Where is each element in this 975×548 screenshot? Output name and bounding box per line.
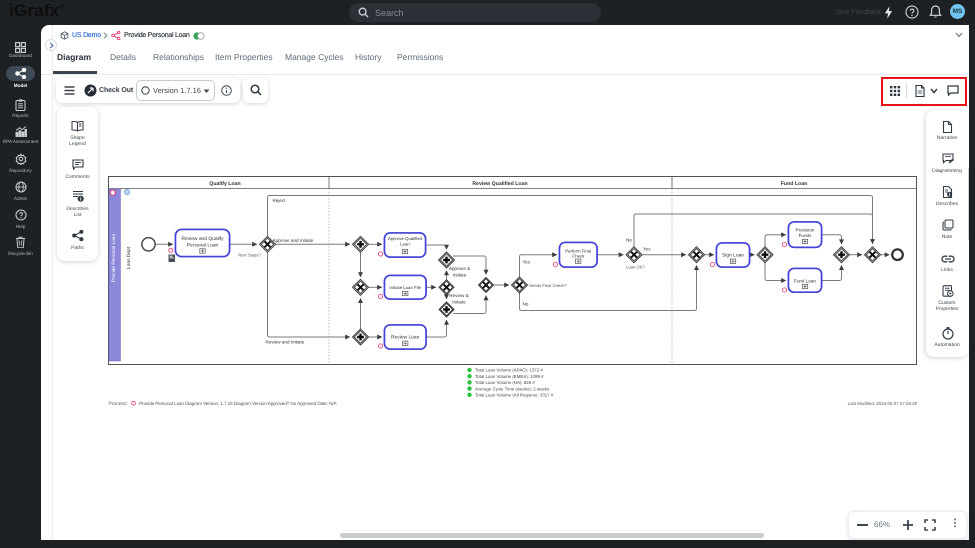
svg-text:Review and Qualify: Review and Qualify <box>181 236 224 242</box>
svg-text:Next Steps?: Next Steps? <box>238 253 261 258</box>
svg-text:Initiate Loan File: Initiate Loan File <box>389 285 421 290</box>
svg-text:Loan Dept: Loan Dept <box>126 246 132 269</box>
svg-text:Fund Loan: Fund Loan <box>794 278 816 283</box>
svg-text:No: No <box>626 238 632 243</box>
svg-text:Personal Loan: Personal Loan <box>187 242 219 248</box>
svg-text:Initiate: Initiate <box>452 300 466 305</box>
svg-text:Fund Loan: Fund Loan <box>781 181 808 187</box>
svg-text:Yes: Yes <box>643 247 651 252</box>
svg-text:Review &: Review & <box>449 293 468 298</box>
svg-text:Loan: Loan <box>400 241 410 246</box>
svg-text:Funds: Funds <box>799 233 812 238</box>
svg-text:Review Loan: Review Loan <box>391 335 420 341</box>
svg-text:Yes: Yes <box>523 260 531 265</box>
svg-text:Last Modified: 2024-05-07 07:2: Last Modified: 2024-05-07 07:26:29 <box>848 401 918 406</box>
svg-text:Total Loan Volume (EMEA): 1099: Total Loan Volume (EMEA): 1099 # <box>475 374 544 379</box>
svg-text:No: No <box>523 302 529 307</box>
svg-text:Loan OK?: Loan OK? <box>626 265 646 270</box>
svg-text:Qualify Loan: Qualify Loan <box>209 181 240 187</box>
svg-text:Total Loan Volume (APAC): 1372: Total Loan Volume (APAC): 1372 # <box>475 368 543 373</box>
svg-text:Total Loan Volume (All Regions: Total Loan Volume (All Regions): 3317 # <box>475 393 554 398</box>
svg-text:Total Loan Volume (NA): 846 #: Total Loan Volume (NA): 846 # <box>475 380 535 385</box>
svg-text:Provide Personal Loan: Provide Personal Loan <box>111 233 117 282</box>
svg-text:Initiate: Initiate <box>453 273 467 278</box>
svg-text:Provide Personal Loan Diagram: Provide Personal Loan Diagram Version: 1… <box>139 401 338 406</box>
svg-text:Process:: Process: <box>109 401 128 407</box>
svg-text:Check: Check <box>572 254 585 259</box>
svg-text:Needs Final Check?: Needs Final Check? <box>529 283 567 288</box>
svg-text:Approve Qualified: Approve Qualified <box>388 236 423 241</box>
svg-text:Approve and Initiate: Approve and Initiate <box>273 238 314 243</box>
svg-text:Review and Initiate: Review and Initiate <box>266 340 305 345</box>
svg-text:Average Cycle Time (weeks): 2: Average Cycle Time (weeks): 2 weeks <box>475 386 550 391</box>
svg-text:Sign Loan: Sign Loan <box>722 253 744 259</box>
svg-text:Approve &: Approve & <box>449 266 470 271</box>
svg-text:Perform Final: Perform Final <box>565 248 591 253</box>
svg-text:Reject: Reject <box>273 198 287 203</box>
svg-text:Review Qualified Loan: Review Qualified Loan <box>472 181 527 187</box>
svg-text:Provision: Provision <box>796 228 815 233</box>
